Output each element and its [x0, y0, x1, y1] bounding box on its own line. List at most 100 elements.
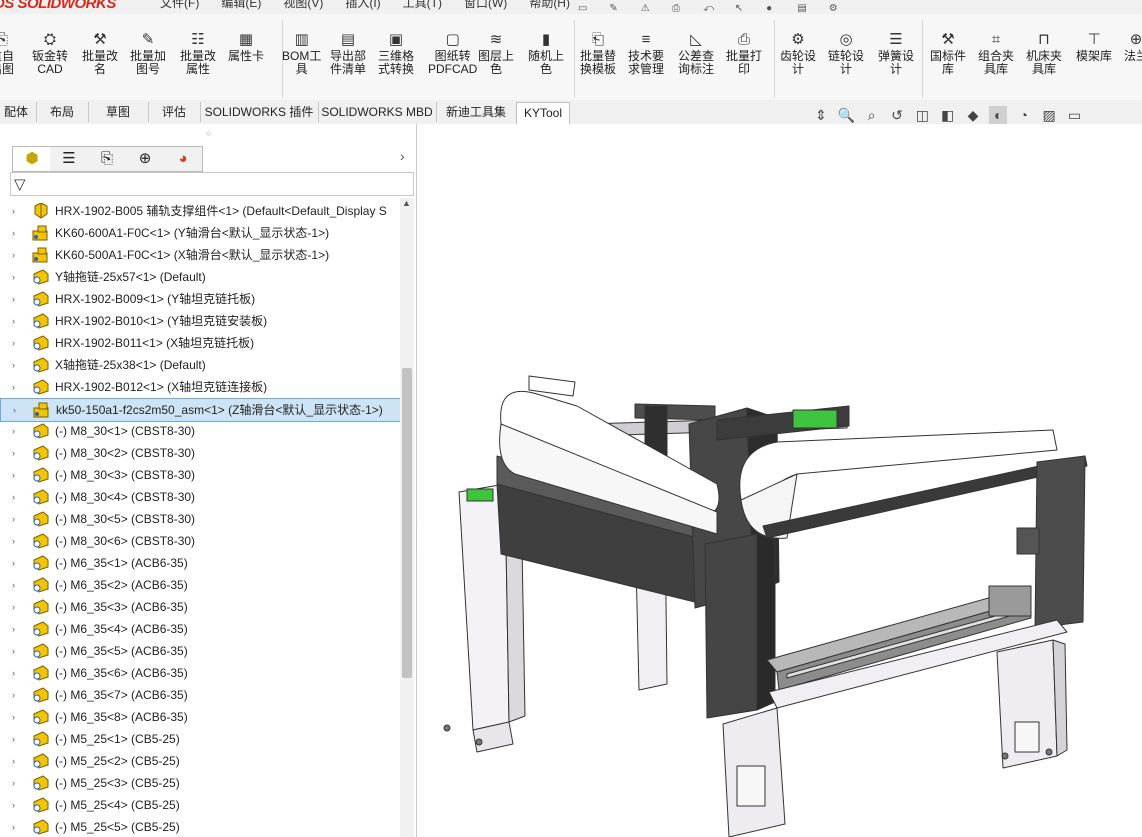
previous-view-icon[interactable]: ↺	[888, 106, 906, 124]
select-arrow-icon[interactable]: ↖	[735, 4, 749, 14]
ribbon-button[interactable]: ▤ 导出部 件清单	[330, 32, 366, 76]
ribbon-button[interactable]: ⚒ 国标件 库	[930, 32, 966, 76]
expand-arrow-icon[interactable]: ›	[12, 288, 22, 310]
tree-row[interactable]: › (-) M8_30<4> (CBST8-30)	[0, 486, 400, 508]
tree-row[interactable]: › (-) M6_35<6> (ACB6-35)	[0, 662, 400, 684]
tree-row[interactable]: › KK60-500A1-F0C<1> (X轴滑台<默认_显示状态-1>)	[0, 244, 400, 266]
tree-row[interactable]: › (-) M5_25<1> (CB5-25)	[0, 728, 400, 750]
tree-row[interactable]: › (-) M5_25<4> (CB5-25)	[0, 794, 400, 816]
menu-item[interactable]: 视图(V)	[283, 0, 323, 11]
expand-arrow-icon[interactable]: ›	[12, 508, 22, 530]
tree-row[interactable]: › X轴拖链-25x38<1> (Default)	[0, 354, 400, 376]
ribbon-button[interactable]: ▦ 属性卡	[228, 32, 264, 63]
zoom-fit-icon[interactable]: 🔍	[837, 106, 855, 124]
traffic-light-icon[interactable]: ●	[766, 4, 780, 14]
ribbon-button[interactable]: ⌗ 组合夹 具库	[978, 32, 1014, 76]
expand-arrow-icon[interactable]: ›	[12, 464, 22, 486]
ribbon-button[interactable]: ≡ 技术要 求管理	[628, 32, 664, 76]
tree-row[interactable]: › (-) M6_35<4> (ACB6-35)	[0, 618, 400, 640]
ribbon-button[interactable]: ✎ 批量加 图号	[130, 32, 166, 76]
scroll-up-icon[interactable]: ▲	[402, 198, 411, 208]
tree-row[interactable]: › (-) M6_35<2> (ACB6-35)	[0, 574, 400, 596]
tree-row[interactable]: › (-) M6_35<7> (ACB6-35)	[0, 684, 400, 706]
monitor-icon[interactable]: ▭	[1065, 106, 1083, 124]
tree-row[interactable]: › HRX-1902-B009<1> (Y轴坦克链托板)	[0, 288, 400, 310]
tab-7[interactable]: KYTool	[516, 102, 570, 124]
display-manager-tab[interactable]: ◕	[164, 146, 203, 172]
menu-item[interactable]: 工具(T)	[403, 0, 442, 11]
ribbon-button[interactable]: ⎗ 批量替 换模板	[580, 32, 616, 76]
ribbon-button[interactable]: ▢ 图纸转 PDFCAD	[428, 32, 477, 76]
hide-show-icon[interactable]: ◐	[989, 106, 1008, 124]
dimxpert-tab[interactable]: ⊕	[126, 146, 165, 172]
tab-6[interactable]: 新迪工具集	[436, 102, 517, 122]
filter-icon[interactable]: ▽	[14, 175, 26, 193]
ribbon-button[interactable]: ☷ 批量改 属性	[180, 32, 216, 76]
configuration-manager-tab[interactable]: ⎘	[88, 146, 127, 172]
expand-arrow-icon[interactable]: ›	[12, 552, 22, 574]
scrollbar-thumb[interactable]	[402, 368, 412, 678]
graphics-area[interactable]	[417, 124, 1142, 837]
expand-arrow-icon[interactable]: ›	[12, 420, 22, 442]
ribbon-button[interactable]: ◎ 链轮设 计	[828, 32, 864, 76]
tree-row[interactable]: › HRX-1902-B005 辅轨支撑组件<1> (Default<Defaul…	[0, 200, 400, 222]
tab-2[interactable]: 草图	[88, 102, 149, 122]
expand-arrow-icon[interactable]: ›	[12, 706, 22, 728]
tree-row[interactable]: › (-) M8_30<1> (CBST8-30)	[0, 420, 400, 442]
tree-row[interactable]: › Y轴拖链-25x57<1> (Default)	[0, 266, 400, 288]
tree-row[interactable]: › (-) M6_35<1> (ACB6-35)	[0, 552, 400, 574]
options-gear-icon[interactable]: ⚙	[829, 4, 843, 14]
ribbon-button[interactable]: ☰ 弹簧设 计	[878, 32, 914, 76]
tree-row[interactable]: › (-) M8_30<5> (CBST8-30)	[0, 508, 400, 530]
expand-arrow-icon[interactable]: ›	[12, 200, 22, 222]
tree-row[interactable]: › HRX-1902-B011<1> (X轴坦克链托板)	[0, 332, 400, 354]
expand-arrow-icon[interactable]: ›	[12, 310, 22, 332]
expand-arrow-icon[interactable]: ›	[13, 399, 23, 421]
warning-icon[interactable]: ⚠	[641, 4, 655, 14]
ribbon-button[interactable]: ⚒ 批量改 名	[82, 32, 118, 76]
expand-arrow-icon[interactable]: ›	[12, 816, 22, 837]
tree-row[interactable]: › (-) M8_30<3> (CBST8-30)	[0, 464, 400, 486]
print-toolbar-icon[interactable]: ⎙	[672, 4, 686, 14]
expand-arrow-icon[interactable]: ›	[12, 640, 22, 662]
tree-row[interactable]: › HRX-1902-B012<1> (X轴坦克链连接板)	[0, 376, 400, 398]
expand-arrow-icon[interactable]: ›	[12, 794, 22, 816]
panel-grip-icon[interactable]: ○	[206, 128, 211, 138]
menu-item[interactable]: 窗口(W)	[464, 0, 507, 11]
expand-arrow-icon[interactable]: ›	[12, 596, 22, 618]
ribbon-button[interactable]: ⊤ 模架库	[1076, 32, 1112, 63]
tab-1[interactable]: 布局	[36, 102, 89, 122]
expand-arrow-icon[interactable]: ›	[12, 486, 22, 508]
appearance-icon[interactable]: ◔	[1015, 106, 1033, 124]
menu-item[interactable]: 编辑(E)	[221, 0, 261, 11]
ribbon-button[interactable]: ⊓ 机床夹 具库	[1026, 32, 1062, 76]
ribbon-button[interactable]: ⊕法兰	[1124, 32, 1142, 63]
menu-item[interactable]: 插入(I)	[345, 0, 380, 11]
tree-row[interactable]: › (-) M5_25<2> (CB5-25)	[0, 750, 400, 772]
zoom-area-icon[interactable]: ⌕	[863, 106, 881, 124]
tab-3[interactable]: 评估	[148, 102, 201, 122]
tree-row[interactable]: › KK60-600A1-F0C<1> (Y轴滑台<默认_显示状态-1>)	[0, 222, 400, 244]
expand-arrow-icon[interactable]: ›	[12, 354, 22, 376]
section-view-icon[interactable]: ◫	[913, 106, 931, 124]
new-file-icon[interactable]: ▭	[578, 4, 592, 14]
view-orient-icon[interactable]: ⇕	[812, 106, 830, 124]
expand-arrow-icon[interactable]: ›	[12, 442, 22, 464]
feature-manager-tab[interactable]: ⬢	[12, 146, 52, 172]
expand-arrow-icon[interactable]: ›	[12, 750, 22, 772]
menu-item[interactable]: 帮助(H)	[529, 0, 570, 11]
expand-arrow-icon[interactable]: ›	[12, 244, 22, 266]
chevron-right-icon[interactable]: ›	[400, 148, 405, 164]
ribbon-button[interactable]: ≋ 图层上 色	[478, 32, 514, 76]
expand-arrow-icon[interactable]: ›	[12, 574, 22, 596]
tree-row[interactable]: › kk50-150a1-f2cs2m50_asm<1> (Z轴滑台<默认_显示状…	[0, 398, 400, 422]
ribbon-button[interactable]: ⛭ 钣金转 CAD	[32, 32, 68, 76]
ribbon-button[interactable]: ⎘重自 出图	[0, 32, 14, 76]
view-cube-icon[interactable]: ◆	[964, 106, 982, 124]
open-file-icon[interactable]: ✎	[609, 4, 623, 14]
expand-arrow-icon[interactable]: ›	[12, 222, 22, 244]
ribbon-button[interactable]: ▥ BOM工 具	[282, 32, 321, 76]
ribbon-button[interactable]: ▮ 随机上 色	[528, 32, 564, 76]
expand-arrow-icon[interactable]: ›	[12, 266, 22, 288]
expand-arrow-icon[interactable]: ›	[12, 376, 22, 398]
